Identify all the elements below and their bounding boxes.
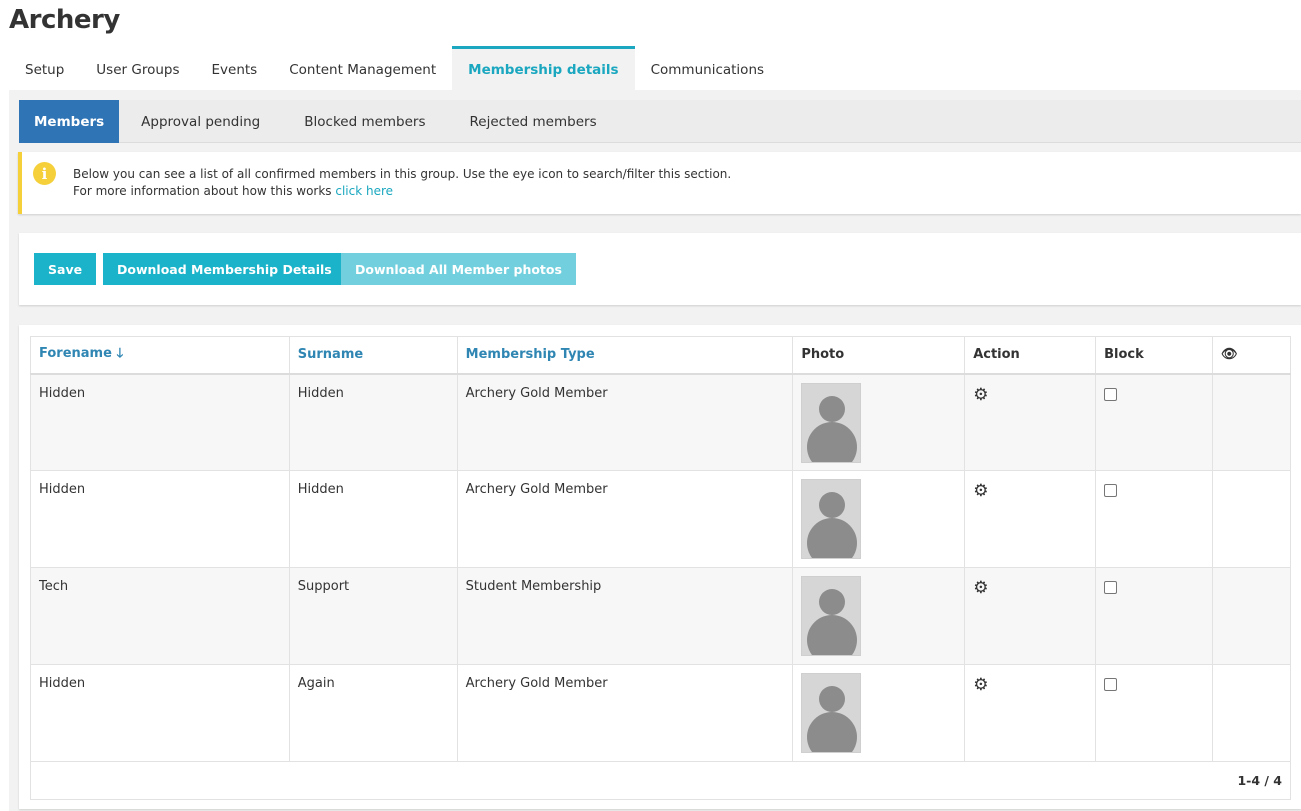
table-row: Tech Support Student Membership ⚙	[30, 567, 1291, 665]
cell-empty	[1212, 664, 1291, 762]
cell-empty	[1212, 470, 1291, 568]
info-notice: i Below you can see a list of all confir…	[18, 152, 1301, 214]
cell-surname: Hidden	[289, 470, 458, 568]
tab-communications[interactable]: Communications	[635, 46, 780, 90]
info-text: Below you can see a list of all confirme…	[73, 166, 731, 200]
avatar-placeholder-icon	[801, 673, 862, 753]
cell-empty	[1212, 373, 1291, 471]
main-tabs: Setup User Groups Events Content Managem…	[9, 46, 780, 90]
sub-tabs: Members Approval pending Blocked members…	[19, 100, 1301, 143]
members-table: Forename 🡓 Surname Membership Type Photo…	[30, 336, 1291, 800]
cell-block	[1095, 567, 1213, 665]
download-membership-details-button[interactable]: Download Membership Details	[103, 253, 346, 285]
cell-photo	[792, 373, 966, 471]
cell-forename: Hidden	[30, 470, 290, 568]
download-member-photos-button[interactable]: Download All Member photos	[341, 253, 576, 285]
info-link[interactable]: click here	[335, 184, 393, 198]
block-checkbox[interactable]	[1104, 581, 1118, 594]
page-title: Archery	[9, 5, 120, 35]
info-line-2: For more information about how this work…	[73, 184, 394, 198]
pagination-info: 1-4 / 4	[30, 761, 1291, 800]
table-row: Hidden Hidden Archery Gold Member ⚙	[30, 373, 1291, 471]
cell-forename: Hidden	[30, 373, 290, 471]
column-header-block: Block	[1095, 336, 1213, 375]
column-header-membership-type[interactable]: Membership Type	[457, 336, 794, 375]
gear-icon[interactable]: ⚙	[973, 676, 988, 694]
avatar-placeholder-icon	[801, 382, 862, 463]
subtab-blocked-members[interactable]: Blocked members	[282, 100, 447, 143]
tab-content-management[interactable]: Content Management	[273, 46, 452, 90]
gear-icon[interactable]: ⚙	[973, 386, 988, 404]
members-table-panel: Forename 🡓 Surname Membership Type Photo…	[19, 325, 1301, 809]
table-row: Hidden Hidden Archery Gold Member ⚙	[30, 470, 1291, 568]
save-button[interactable]: Save	[34, 253, 97, 285]
pagination-row: 1-4 / 4	[30, 761, 1291, 800]
column-header-photo: Photo	[792, 336, 966, 375]
tab-setup[interactable]: Setup	[9, 46, 80, 90]
tab-events[interactable]: Events	[196, 46, 274, 90]
action-toolbar: Save Download Membership Details Downloa…	[19, 233, 1301, 305]
avatar-placeholder-icon	[801, 576, 862, 656]
table-row: Hidden Again Archery Gold Member ⚙	[30, 664, 1291, 762]
cell-surname: Again	[289, 664, 458, 762]
subtab-rejected-members[interactable]: Rejected members	[448, 100, 619, 143]
cell-action: ⚙	[964, 567, 1097, 665]
avatar-placeholder-icon	[801, 479, 862, 559]
cell-membership-type: Student Membership	[457, 567, 794, 665]
table-header-row: Forename 🡓 Surname Membership Type Photo…	[30, 336, 1291, 375]
cell-action: ⚙	[964, 664, 1097, 762]
tab-user-groups[interactable]: User Groups	[80, 46, 195, 90]
info-icon: i	[33, 162, 56, 185]
cell-action: ⚙	[964, 373, 1097, 471]
cell-photo	[792, 470, 966, 568]
cell-block	[1095, 470, 1213, 568]
cell-membership-type: Archery Gold Member	[457, 470, 794, 568]
cell-photo	[792, 664, 966, 762]
subtab-approval-pending[interactable]: Approval pending	[119, 100, 282, 143]
gear-icon[interactable]: ⚙	[973, 579, 988, 597]
cell-forename: Hidden	[30, 664, 290, 762]
info-line-1: Below you can see a list of all confirme…	[73, 167, 732, 181]
tab-membership-details[interactable]: Membership details	[452, 46, 635, 90]
arrow-down-icon: 🡓	[116, 345, 124, 361]
cell-membership-type: Archery Gold Member	[457, 664, 794, 762]
cell-photo	[792, 567, 966, 665]
cell-empty	[1212, 567, 1291, 665]
eye-icon[interactable]: 👁	[1221, 347, 1238, 362]
cell-forename: Tech	[30, 567, 290, 665]
cell-block	[1095, 373, 1213, 471]
subtab-members[interactable]: Members	[19, 100, 120, 143]
column-header-surname[interactable]: Surname	[289, 336, 458, 375]
block-checkbox[interactable]	[1104, 387, 1118, 401]
block-checkbox[interactable]	[1104, 484, 1118, 497]
block-checkbox[interactable]	[1104, 678, 1118, 691]
cell-action: ⚙	[964, 470, 1097, 568]
column-header-filter[interactable]: 👁	[1212, 336, 1291, 375]
content-area: Members Approval pending Blocked members…	[9, 90, 1301, 811]
cell-membership-type: Archery Gold Member	[457, 373, 794, 471]
column-header-action: Action	[964, 336, 1097, 375]
page-gutter	[0, 90, 9, 811]
cell-block	[1095, 664, 1213, 762]
cell-surname: Support	[289, 567, 458, 665]
cell-surname: Hidden	[289, 373, 458, 471]
column-header-forename[interactable]: Forename 🡓	[30, 336, 290, 375]
gear-icon[interactable]: ⚙	[973, 482, 988, 500]
